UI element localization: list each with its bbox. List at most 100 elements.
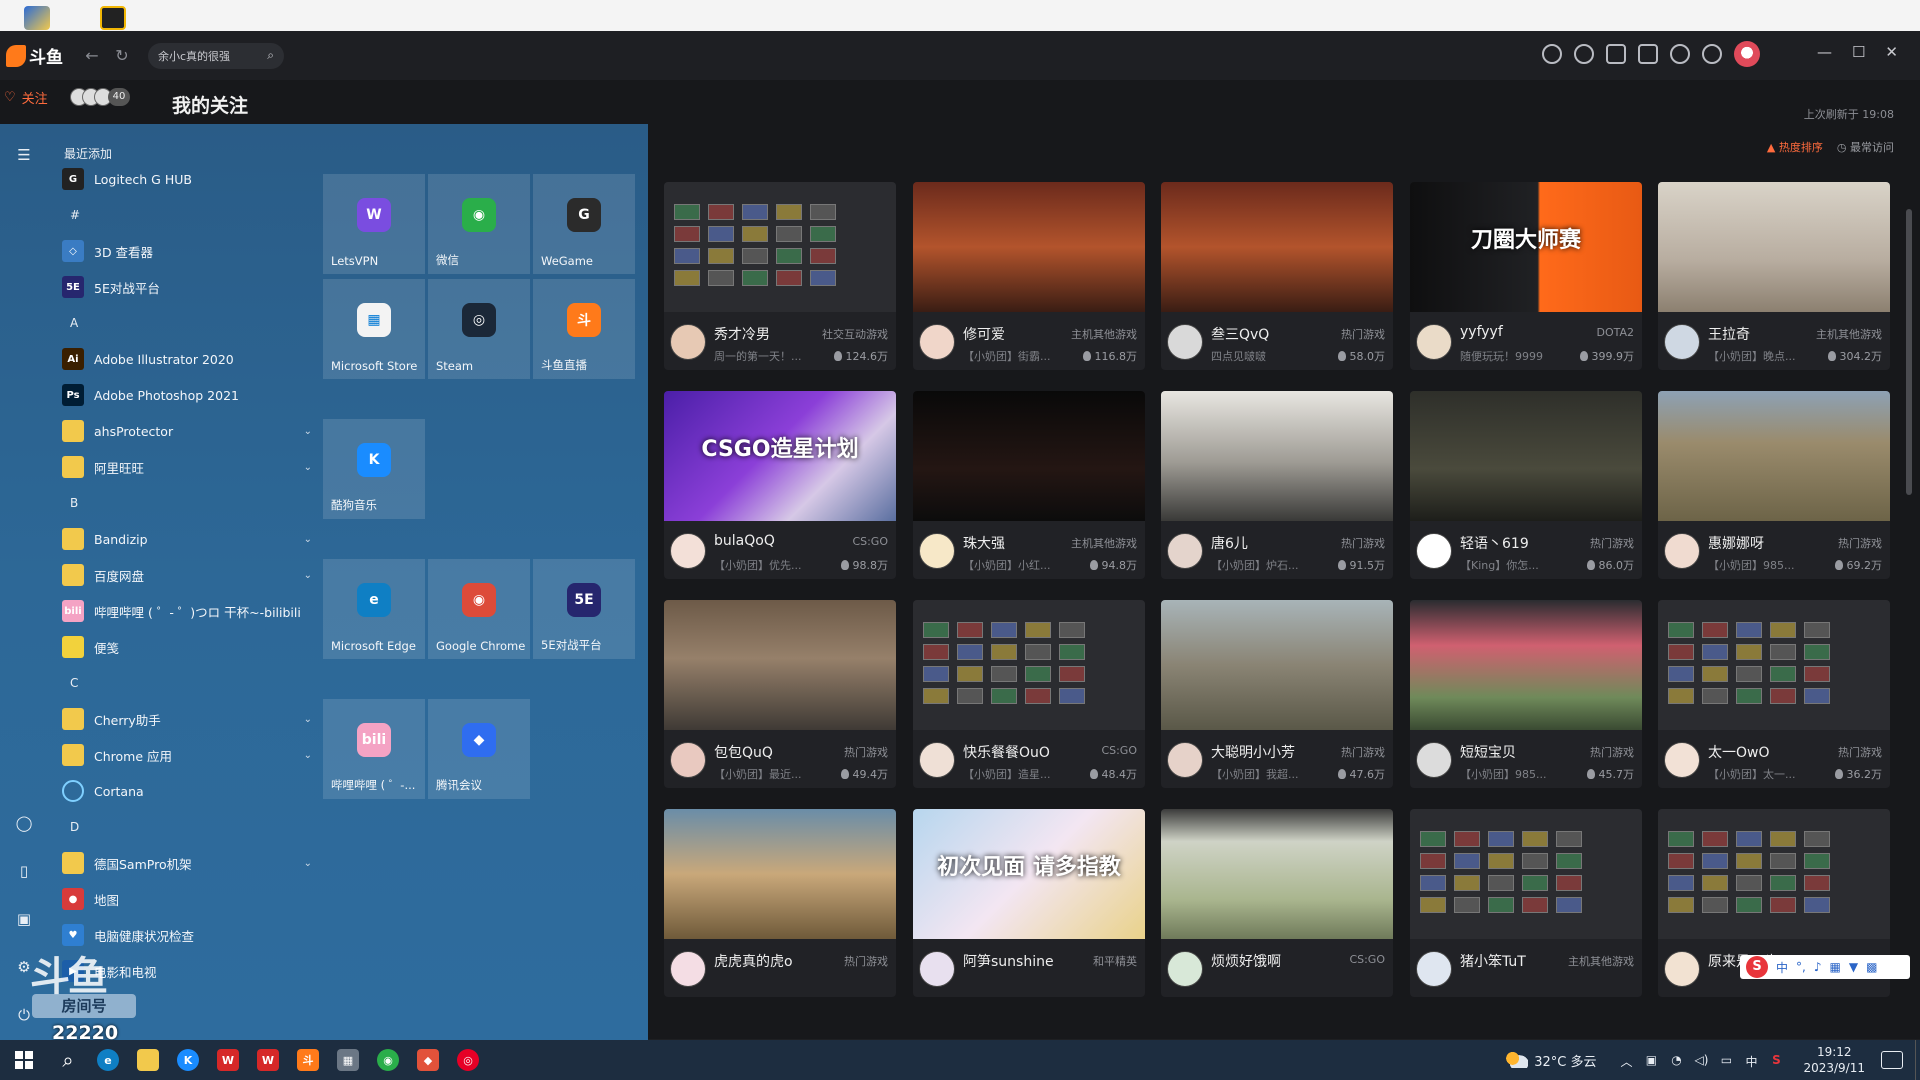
stream-thumbnail[interactable] bbox=[1161, 809, 1393, 939]
follow-tab[interactable]: ♡ 关注 bbox=[4, 88, 48, 107]
pictures-icon[interactable]: ▣ bbox=[14, 910, 34, 928]
back-arrow-icon[interactable]: ← bbox=[84, 46, 100, 65]
section-letter[interactable]: A bbox=[70, 316, 78, 330]
stream-thumbnail[interactable] bbox=[1161, 182, 1393, 312]
streamer-avatar[interactable] bbox=[1416, 324, 1452, 360]
app-list-item[interactable]: ◇ 3D 查看器 bbox=[62, 236, 312, 266]
section-letter[interactable]: D bbox=[70, 820, 79, 834]
app-folder[interactable]: 百度网盘 ⌄ bbox=[62, 560, 312, 590]
app-list-item[interactable]: Cortana bbox=[62, 776, 312, 806]
taskbar-kugou[interactable]: K bbox=[168, 1040, 208, 1080]
stream-card[interactable]: 太一OwO 热门游戏 【小奶团】太一... 36.2万 bbox=[1658, 600, 1890, 788]
app-list-item[interactable]: bili 哔哩哔哩 ( ゜- ゜)つロ 干杯~-bilibili bbox=[62, 596, 312, 626]
streamer-avatar[interactable] bbox=[1167, 533, 1203, 569]
shirt-icon[interactable] bbox=[1638, 44, 1658, 64]
input-language[interactable]: 中 bbox=[1743, 1053, 1759, 1069]
stream-card[interactable]: 大聪明小小芳 热门游戏 【小奶团】我超... 47.6万 bbox=[1161, 600, 1393, 788]
taskbar-calculator[interactable]: ▦ bbox=[328, 1040, 368, 1080]
close-icon[interactable]: ✕ bbox=[1885, 43, 1898, 61]
app-list-item[interactable]: Ps Adobe Photoshop 2021 bbox=[62, 380, 312, 410]
section-letter[interactable]: B bbox=[70, 496, 78, 510]
mic-icon[interactable]: ♪ bbox=[1814, 960, 1822, 974]
app-list-item[interactable]: ● 地图 bbox=[62, 884, 312, 914]
stream-card[interactable]: 修可爱 主机其他游戏 【小奶团】街霸... 116.8万 bbox=[913, 182, 1145, 370]
taskbar-wps-2[interactable]: W bbox=[248, 1040, 288, 1080]
search-icon[interactable]: ⌕ bbox=[267, 48, 274, 63]
document-icon[interactable]: ▯ bbox=[14, 862, 34, 880]
sort-recent-button[interactable]: ◷ 最常访问 bbox=[1837, 139, 1894, 155]
scrollbar[interactable] bbox=[1906, 209, 1912, 495]
settings-gear-icon[interactable] bbox=[1702, 44, 1722, 64]
stream-thumbnail[interactable] bbox=[1161, 600, 1393, 730]
streamer-avatar[interactable] bbox=[919, 951, 955, 987]
streamer-avatar[interactable] bbox=[670, 951, 706, 987]
streamer-avatar[interactable] bbox=[1167, 742, 1203, 778]
taskbar-netease-music[interactable]: ◎ bbox=[448, 1040, 488, 1080]
stream-card[interactable]: 叁三QvQ 热门游戏 四点见啵啵 58.0万 bbox=[1161, 182, 1393, 370]
search-input[interactable]: 余小c真的很强 ⌕ bbox=[148, 42, 284, 69]
stream-thumbnail[interactable] bbox=[664, 809, 896, 939]
toolbox-icon[interactable]: ▩ bbox=[1866, 960, 1877, 974]
streamer-avatar[interactable] bbox=[1167, 324, 1203, 360]
punctuation-icon[interactable]: °, bbox=[1796, 960, 1806, 974]
app-tile[interactable]: ◆ 腾讯会议 bbox=[428, 699, 530, 799]
tray-app-icon[interactable]: ▣ bbox=[1643, 1053, 1659, 1067]
sogou-icon[interactable]: S bbox=[1746, 956, 1768, 978]
app-folder[interactable]: Chrome 应用 ⌄ bbox=[62, 740, 312, 770]
app-tile[interactable]: bili 哔哩哔哩 ( ゜-... bbox=[323, 699, 425, 799]
streamer-avatar[interactable] bbox=[1664, 951, 1700, 987]
keyboard-icon[interactable]: ▦ bbox=[1830, 960, 1841, 974]
stream-thumbnail[interactable] bbox=[1161, 391, 1393, 521]
app-tile[interactable]: W LetsVPN bbox=[323, 174, 425, 274]
app-folder[interactable]: Bandizip ⌄ bbox=[62, 524, 312, 554]
stream-thumbnail[interactable] bbox=[1658, 809, 1890, 939]
stream-card[interactable]: 虎虎真的虎o 热门游戏 bbox=[664, 809, 896, 997]
windows-start-button[interactable] bbox=[0, 1040, 48, 1080]
app-tile[interactable]: 斗斗鱼直播 bbox=[533, 279, 635, 379]
clock[interactable]: 19:12 2023/9/11 bbox=[1803, 1044, 1865, 1076]
user-avatar[interactable] bbox=[1734, 41, 1760, 67]
taskbar-edge[interactable]: e bbox=[88, 1040, 128, 1080]
ime-toolbar[interactable]: S 中 °, ♪ ▦ ▼ ▩ bbox=[1740, 955, 1910, 979]
streamer-avatar[interactable] bbox=[1416, 951, 1452, 987]
app-tile[interactable]: ▦ Microsoft Store bbox=[323, 279, 425, 379]
stream-thumbnail[interactable]: 初次见面 请多指教 bbox=[913, 809, 1145, 939]
app-list-item[interactable]: Ai Adobe Illustrator 2020 bbox=[62, 344, 312, 374]
streamer-avatar[interactable] bbox=[1664, 533, 1700, 569]
app-folder[interactable]: Cherry助手 ⌄ bbox=[62, 704, 312, 734]
streamer-avatar[interactable] bbox=[1664, 742, 1700, 778]
section-letter[interactable]: C bbox=[70, 676, 78, 690]
stream-thumbnail[interactable]: 刀圈大师赛 bbox=[1410, 182, 1642, 312]
taskbar-wechat[interactable]: ◉ bbox=[368, 1040, 408, 1080]
taskbar-wps[interactable]: W bbox=[208, 1040, 248, 1080]
stream-card[interactable]: 王拉奇 主机其他游戏 【小奶团】晚点... 304.2万 bbox=[1658, 182, 1890, 370]
taskbar-douyu[interactable]: 斗 bbox=[288, 1040, 328, 1080]
desktop-app-icon[interactable] bbox=[100, 6, 126, 30]
streamer-avatar[interactable] bbox=[919, 533, 955, 569]
streamer-avatar[interactable] bbox=[919, 324, 955, 360]
ime-mode[interactable]: 中 bbox=[1776, 959, 1788, 976]
app-tile[interactable]: ◎ Steam bbox=[428, 279, 530, 379]
stream-card[interactable]: 刀圈大师赛 yyfyyf DOTA2 随便玩玩！9999 399.9万 bbox=[1410, 182, 1642, 370]
app-tile[interactable]: 5E 5E对战平台 bbox=[533, 559, 635, 659]
weather-widget[interactable]: 32°C 多云 bbox=[1506, 1051, 1596, 1070]
streamer-avatar[interactable] bbox=[670, 742, 706, 778]
streamer-avatar[interactable] bbox=[1167, 951, 1203, 987]
notification-icon[interactable] bbox=[1881, 1051, 1903, 1069]
taskbar-app[interactable]: ◆ bbox=[408, 1040, 448, 1080]
user-icon[interactable]: ◯ bbox=[14, 814, 34, 832]
maximize-icon[interactable]: ☐ bbox=[1852, 43, 1865, 61]
app-list-item[interactable]: 5E 5E对战平台 bbox=[62, 272, 312, 302]
sogou-tray-icon[interactable]: S bbox=[1768, 1053, 1784, 1067]
stream-card[interactable]: 惠娜娜呀 热门游戏 【小奶团】985... 69.2万 bbox=[1658, 391, 1890, 579]
refresh-icon[interactable]: ↻ bbox=[114, 46, 130, 65]
stream-card[interactable]: 猪小笨TuT 主机其他游戏 bbox=[1410, 809, 1642, 997]
app-tile[interactable]: ◉ Google Chrome bbox=[428, 559, 530, 659]
stream-card[interactable]: 快乐餐餐OuO CS:GO 【小奶团】造星... 48.4万 bbox=[913, 600, 1145, 788]
stream-thumbnail[interactable] bbox=[1658, 182, 1890, 312]
app-folder[interactable]: 阿里旺旺 ⌄ bbox=[62, 452, 312, 482]
stream-thumbnail[interactable] bbox=[913, 391, 1145, 521]
app-tile[interactable]: G WeGame bbox=[533, 174, 635, 274]
stream-thumbnail[interactable] bbox=[1410, 809, 1642, 939]
taskbar-explorer[interactable] bbox=[128, 1040, 168, 1080]
